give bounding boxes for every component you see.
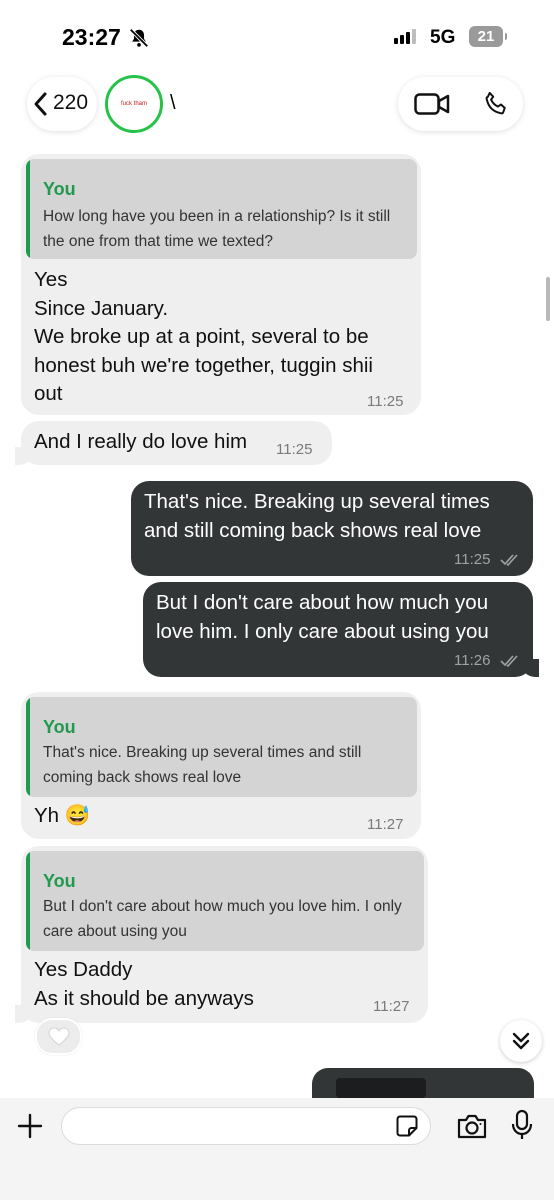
quote-text: But I don't care about how much you love… [43, 898, 402, 940]
quote-author: You [43, 717, 76, 737]
message-line: And I really do love him [34, 430, 248, 453]
quote-text: How long have you been in a relationship… [43, 208, 391, 250]
message-line: Yes Daddy [34, 958, 133, 981]
message-line: love him. I only care about using you [156, 619, 489, 643]
double-check-icon [500, 554, 518, 567]
message-incoming[interactable]: And I really do love him 11:25 [15, 421, 332, 465]
quoted-reply[interactable]: You How long have you been in a relation… [26, 159, 417, 259]
message-outgoing[interactable]: But I don't care about how much you love… [143, 582, 539, 677]
message-line: honest buh we're together, tuggin shii [34, 353, 373, 377]
battery-indicator: 21 [469, 26, 507, 47]
back-chevron-icon [34, 92, 47, 116]
message-incoming[interactable]: You But I don't care about how much you … [15, 846, 428, 1023]
quoted-reply[interactable]: You That's nice. Breaking up several tim… [26, 697, 417, 797]
plus-icon[interactable] [17, 1113, 43, 1139]
message-incoming[interactable]: You That's nice. Breaking up several tim… [21, 692, 421, 839]
network-type: 5G [430, 27, 456, 48]
quote-accent [26, 697, 30, 797]
back-button[interactable]: 220 [27, 77, 97, 131]
message-incoming[interactable]: You How long have you been in a relation… [21, 154, 421, 415]
message-line: and still coming back shows real love [144, 518, 482, 542]
message-line: We broke up at a point, several to be [34, 325, 369, 348]
quote-author: You [43, 871, 76, 891]
chevrons-down-icon [512, 1032, 530, 1050]
composer-bar [0, 1098, 554, 1200]
message-line: That's nice. Breaking up several times [144, 490, 490, 513]
quote-accent [26, 851, 30, 951]
microphone-icon[interactable] [511, 1109, 533, 1141]
message-input[interactable] [61, 1107, 431, 1145]
message-time: 11:26 [454, 652, 491, 669]
sticker-icon[interactable] [395, 1114, 419, 1138]
video-icon[interactable] [414, 93, 450, 115]
avatar[interactable]: fuck tham [105, 75, 163, 133]
message-time: 11:25 [367, 393, 404, 410]
message-outgoing[interactable]: That's nice. Breaking up several times a… [131, 481, 533, 576]
unread-count: 220 [53, 91, 89, 114]
phone-icon[interactable] [482, 90, 510, 118]
camera-icon[interactable] [456, 1112, 488, 1140]
status-time: 23:27 [62, 24, 121, 50]
scroll-to-bottom-button[interactable] [500, 1020, 542, 1062]
signal-icon [394, 28, 420, 44]
double-check-icon [500, 655, 518, 668]
white-heart-icon [48, 1027, 70, 1046]
quote-author: You [43, 179, 76, 199]
scrollbar[interactable] [546, 277, 550, 321]
message-line: But I don't care about how much you [156, 591, 489, 614]
message-time: 11:25 [276, 441, 313, 458]
quote-text: That's nice. Breaking up several times a… [43, 744, 362, 786]
message-line: As it should be anyways [34, 986, 254, 1010]
contact-name[interactable]: \ [170, 92, 176, 115]
message-line: Since January. [34, 296, 169, 320]
message-time: 11:25 [454, 551, 491, 568]
redaction-block [336, 1078, 426, 1098]
reaction-badge[interactable] [35, 1018, 82, 1055]
message-line: Yes [34, 268, 68, 291]
bell-slash-icon [129, 28, 149, 48]
quote-accent [26, 159, 30, 259]
message-line: Yh 😅 [34, 804, 91, 827]
message-time: 11:27 [373, 998, 410, 1015]
quoted-reply[interactable]: You But I don't care about how much you … [26, 851, 424, 951]
message-time: 11:27 [367, 816, 404, 833]
status-bar: 23:27 5G 21 [0, 0, 554, 75]
call-actions [398, 77, 523, 131]
message-line: out [34, 382, 63, 405]
